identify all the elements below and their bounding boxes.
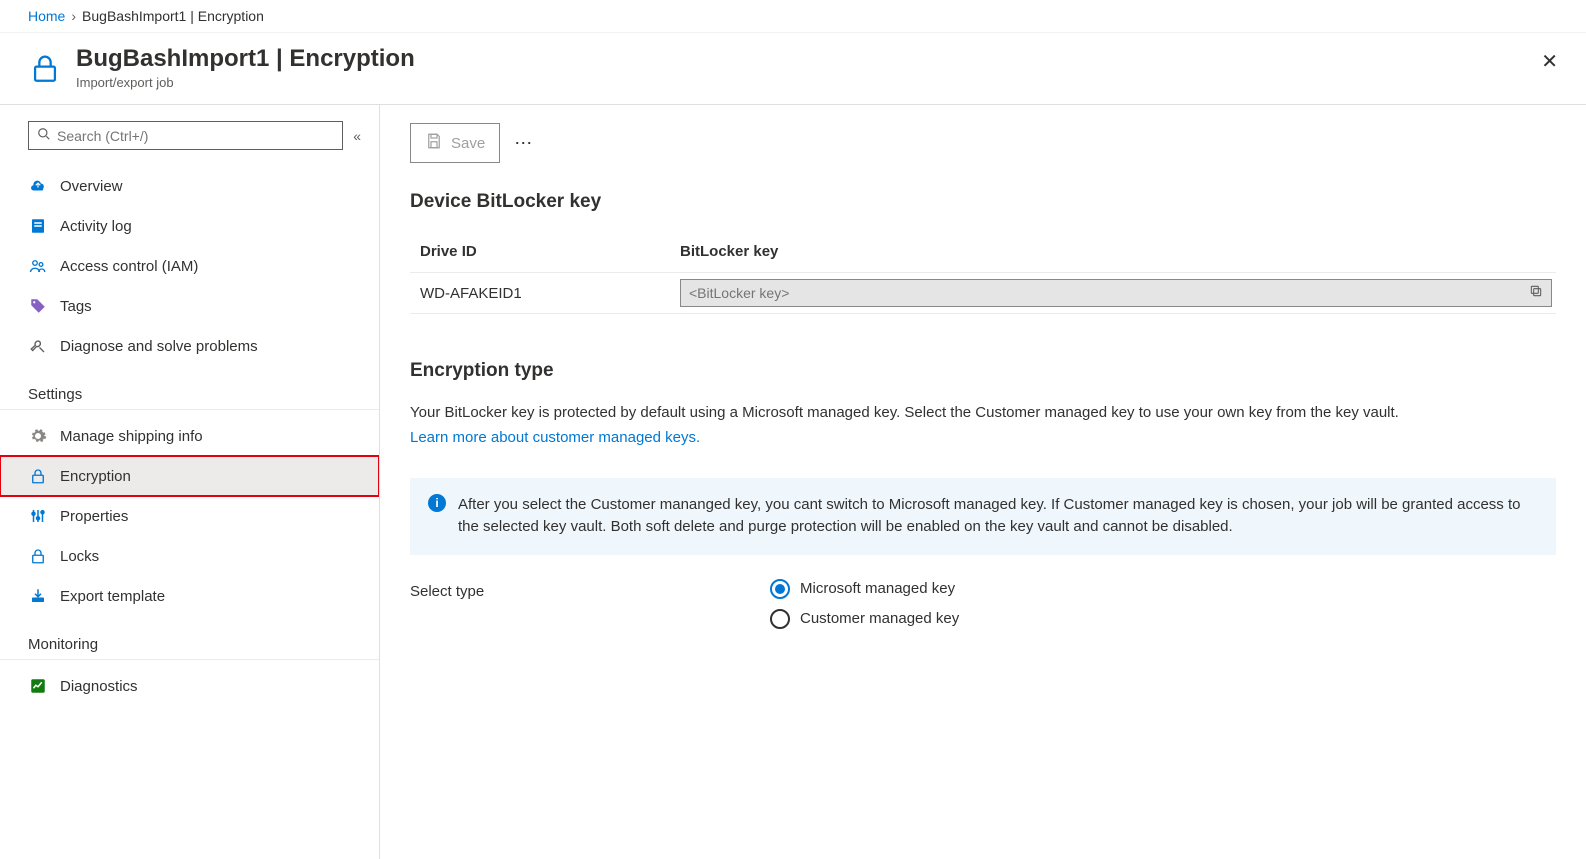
collapse-sidebar-button[interactable]: « bbox=[353, 128, 361, 144]
sidebar-item-label: Encryption bbox=[60, 468, 131, 485]
encryption-type-radio-group: Microsoft managed key Customer managed k… bbox=[770, 579, 959, 629]
tag-icon bbox=[28, 296, 48, 316]
save-button[interactable]: Save bbox=[410, 123, 500, 163]
sidebar-group-settings: Settings bbox=[0, 376, 379, 410]
sidebar-item-label: Manage shipping info bbox=[60, 428, 203, 445]
col-bitlocker-key: BitLocker key bbox=[670, 233, 1556, 273]
sidebar-item-properties[interactable]: Properties bbox=[0, 496, 379, 536]
sidebar-item-label: Locks bbox=[60, 548, 99, 565]
sidebar-item-label: Activity log bbox=[60, 218, 132, 235]
sidebar-item-encryption[interactable]: Encryption bbox=[0, 456, 379, 496]
info-icon: i bbox=[428, 494, 446, 512]
chevron-right-icon: › bbox=[71, 8, 76, 24]
radio-label: Customer managed key bbox=[800, 610, 959, 627]
col-drive-id: Drive ID bbox=[410, 233, 670, 273]
radio-button-icon bbox=[770, 609, 790, 629]
search-icon bbox=[37, 127, 51, 144]
learn-more-link[interactable]: Learn more about customer managed keys. bbox=[410, 429, 700, 446]
sidebar-item-label: Export template bbox=[60, 588, 165, 605]
select-type-label: Select type bbox=[410, 579, 730, 600]
toolbar: Save ⋯ bbox=[410, 123, 1556, 163]
sidebar-item-export-template[interactable]: Export template bbox=[0, 576, 379, 616]
breadcrumb-home[interactable]: Home bbox=[28, 8, 65, 24]
bitlocker-key-field[interactable] bbox=[680, 279, 1552, 307]
page-subtitle: Import/export job bbox=[76, 75, 415, 90]
radio-microsoft-managed[interactable]: Microsoft managed key bbox=[770, 579, 959, 599]
people-icon bbox=[28, 256, 48, 276]
table-row: WD-AFAKEID1 bbox=[410, 273, 1556, 314]
info-banner: i After you select the Customer mananged… bbox=[410, 478, 1556, 555]
lock-icon bbox=[28, 546, 48, 566]
sidebar-item-diagnose[interactable]: Diagnose and solve problems bbox=[0, 326, 379, 366]
close-button[interactable]: ✕ bbox=[1541, 49, 1558, 74]
sidebar-item-overview[interactable]: Overview bbox=[0, 166, 379, 206]
cloud-icon bbox=[28, 176, 48, 196]
sidebar-item-label: Properties bbox=[60, 508, 128, 525]
radio-button-icon bbox=[770, 579, 790, 599]
main-content: Save ⋯ Device BitLocker key Drive ID Bit… bbox=[380, 105, 1586, 859]
sidebar-item-diagnostics[interactable]: Diagnostics bbox=[0, 666, 379, 706]
properties-icon bbox=[28, 506, 48, 526]
drive-id-value: WD-AFAKEID1 bbox=[410, 273, 670, 314]
sidebar-item-label: Diagnose and solve problems bbox=[60, 338, 258, 355]
bitlocker-key-input[interactable] bbox=[689, 285, 1529, 301]
radio-customer-managed[interactable]: Customer managed key bbox=[770, 609, 959, 629]
bitlocker-section-title: Device BitLocker key bbox=[410, 191, 1556, 213]
select-type-row: Select type Microsoft managed key Custom… bbox=[410, 579, 1556, 629]
more-button[interactable]: ⋯ bbox=[510, 127, 538, 160]
search-input[interactable] bbox=[57, 128, 334, 144]
export-icon bbox=[28, 586, 48, 606]
sidebar: « Overview Activity log Access control (… bbox=[0, 105, 380, 859]
search-input-wrapper[interactable] bbox=[28, 121, 343, 150]
radio-label: Microsoft managed key bbox=[800, 580, 955, 597]
save-button-label: Save bbox=[451, 135, 485, 152]
copy-icon[interactable] bbox=[1529, 284, 1543, 302]
lock-icon bbox=[28, 51, 62, 85]
page-header: BugBashImport1 | Encryption Import/expor… bbox=[0, 33, 1586, 105]
breadcrumb: Home › BugBashImport1 | Encryption bbox=[0, 0, 1586, 33]
bitlocker-table: Drive ID BitLocker key WD-AFAKEID1 bbox=[410, 233, 1556, 314]
sidebar-item-shipping[interactable]: Manage shipping info bbox=[0, 416, 379, 456]
encryption-description: Your BitLocker key is protected by defau… bbox=[410, 402, 1556, 425]
wrench-icon bbox=[28, 336, 48, 356]
sidebar-item-label: Tags bbox=[60, 298, 92, 315]
sidebar-item-tags[interactable]: Tags bbox=[0, 286, 379, 326]
sidebar-item-label: Overview bbox=[60, 178, 123, 195]
log-icon bbox=[28, 216, 48, 236]
sidebar-item-label: Diagnostics bbox=[60, 678, 138, 695]
sidebar-item-access-control[interactable]: Access control (IAM) bbox=[0, 246, 379, 286]
sidebar-group-monitoring: Monitoring bbox=[0, 626, 379, 660]
sidebar-item-locks[interactable]: Locks bbox=[0, 536, 379, 576]
breadcrumb-current: BugBashImport1 | Encryption bbox=[82, 8, 264, 24]
page-title: BugBashImport1 | Encryption bbox=[76, 45, 415, 73]
chart-icon bbox=[28, 676, 48, 696]
save-icon bbox=[425, 132, 443, 154]
lock-icon bbox=[28, 466, 48, 486]
info-banner-text: After you select the Customer mananged k… bbox=[458, 494, 1538, 539]
sidebar-item-activity-log[interactable]: Activity log bbox=[0, 206, 379, 246]
sidebar-item-label: Access control (IAM) bbox=[60, 258, 198, 275]
gear-icon bbox=[28, 426, 48, 446]
encryption-section-title: Encryption type bbox=[410, 360, 1556, 382]
